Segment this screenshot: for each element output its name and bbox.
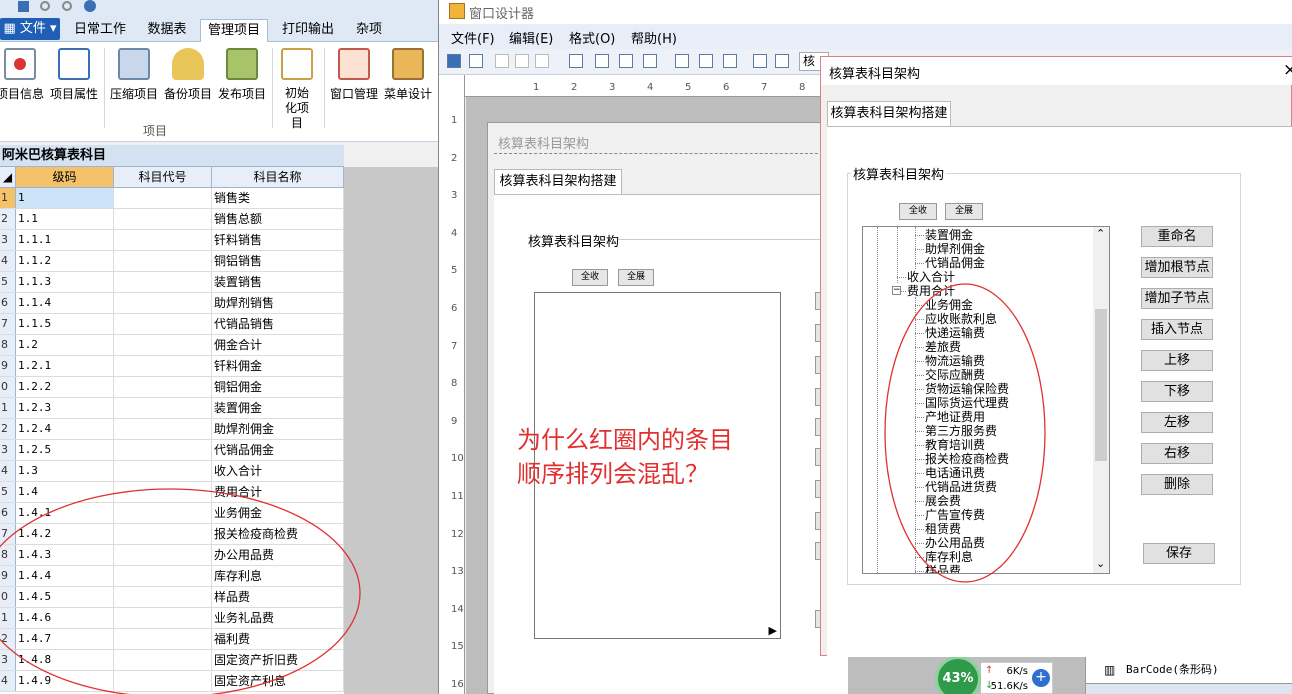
menu-file[interactable]: 文件(F) [451,28,495,47]
question-line-2: 顺序排列会混乱？ [517,460,709,488]
same-width-icon[interactable] [675,54,689,68]
barcode-icon: ▥ [1104,663,1116,677]
designed-form-group-label: 核算表科目架构 [526,231,622,250]
ruler-left-label: 11 [451,491,464,502]
save-icon[interactable] [447,54,461,68]
designed-form-selection [494,153,848,165]
ruler-left-label: 14 [451,603,464,615]
vertical-spacing-icon[interactable] [753,54,767,68]
ruler-left-label: 6 [451,303,458,314]
ruler-left-label: 7 [451,340,458,352]
download-speed: 51.6K/s [990,681,1028,692]
ruler-top-label: 3 [609,82,616,93]
ruler-top-label: 2 [571,82,578,93]
ruler-left-label: 12 [451,528,464,540]
ruler-top-label: 4 [647,82,654,93]
paste-icon[interactable] [535,54,549,68]
align-top-icon[interactable] [619,54,633,68]
designed-expand-all-button[interactable]: 全展 [618,269,654,286]
add-circle-icon[interactable]: + [1032,669,1050,687]
copy-icon[interactable] [515,54,529,68]
toolbox-panel: ▥ BarCode(条形码) [1085,656,1292,694]
menu-help[interactable]: 帮助(H) [631,28,677,47]
ruler-left-label: 2 [451,152,458,164]
cpu-usage-gauge[interactable]: 43% [935,656,981,694]
same-size-icon[interactable] [723,54,737,68]
red-circle-annotation-left [0,488,361,694]
align-left-icon[interactable] [569,54,583,68]
ruler-left-label: 16 [451,679,464,690]
toolbox-tabstrip [1086,683,1292,694]
designed-form-tab[interactable]: 核算表科目架构搭建 [494,169,622,195]
ruler-top-label: 6 [723,82,730,93]
ruler-left-label: 13 [451,566,464,578]
toolbox-item-barcode[interactable]: BarCode(条形码) [1126,661,1219,677]
question-line-1: 为什么红圈内的条目 [517,426,733,454]
upload-speed: 6K/s [1006,666,1029,677]
designer-title: 窗口设计器 [469,7,535,22]
subject-structure-dialog: 核算表科目架构 × 核算表科目架构搭建 核算表科目架构 全收 全展 − 装置佣金… [820,56,1292,657]
designed-collapse-all-button[interactable]: 全收 [572,269,608,286]
designer-menu-bar: 文件(F) 编辑(E) 格式(O) 帮助(H) [439,24,1292,49]
menu-format[interactable]: 格式(O) [569,28,615,47]
designed-form[interactable]: 核算表科目架构 核算表科目架构搭建 核算表科目架构 全收 全展 ▶ [487,122,848,694]
ruler-top-label: 1 [533,82,540,93]
designed-form-title: 核算表科目架构 [498,137,590,152]
ruler-left-label: 15 [451,641,464,653]
left-application: ▦ 文件 ▾ 日常工作 数据表 管理项目 打印输出 杂项 项目信息 项目属性 压… [0,0,438,694]
ruler-left-label: 9 [451,415,458,427]
ruler-left-label: 4 [451,227,458,239]
properties-icon[interactable] [469,54,483,68]
same-height-icon[interactable] [699,54,713,68]
horizontal-spacing-icon[interactable] [775,54,789,68]
designed-form-group-line [618,239,848,240]
cut-icon[interactable] [495,54,509,68]
red-circle-annotation-dialog [884,283,1046,583]
pencil-icon [449,3,465,19]
ruler-left-label: 3 [451,190,458,202]
menu-edit[interactable]: 编辑(E) [509,28,553,47]
ruler-top-label: 8 [799,82,806,93]
align-right-icon[interactable] [595,54,609,68]
scroll-right-icon[interactable]: ▶ [769,624,777,637]
ruler-top-label: 7 [761,82,768,93]
ruler-left-label: 10 [451,453,464,465]
align-bottom-icon[interactable] [643,54,657,68]
ruler-left-label: 1 [451,115,458,126]
ruler-top-label: 5 [685,82,692,93]
designer-title-bar: 窗口设计器 [439,0,1292,24]
ruler-left-label: 5 [451,265,458,277]
ruler-left-label: 8 [451,378,458,390]
upload-arrow-icon: ↑ [985,665,994,676]
network-speed-widget: ↑ 6K/s ↓ 51.6K/s + [981,662,1053,694]
ruler-left: 1 2 3 4 5 6 7 8 9 10 11 12 13 14 15 16 [439,75,465,694]
